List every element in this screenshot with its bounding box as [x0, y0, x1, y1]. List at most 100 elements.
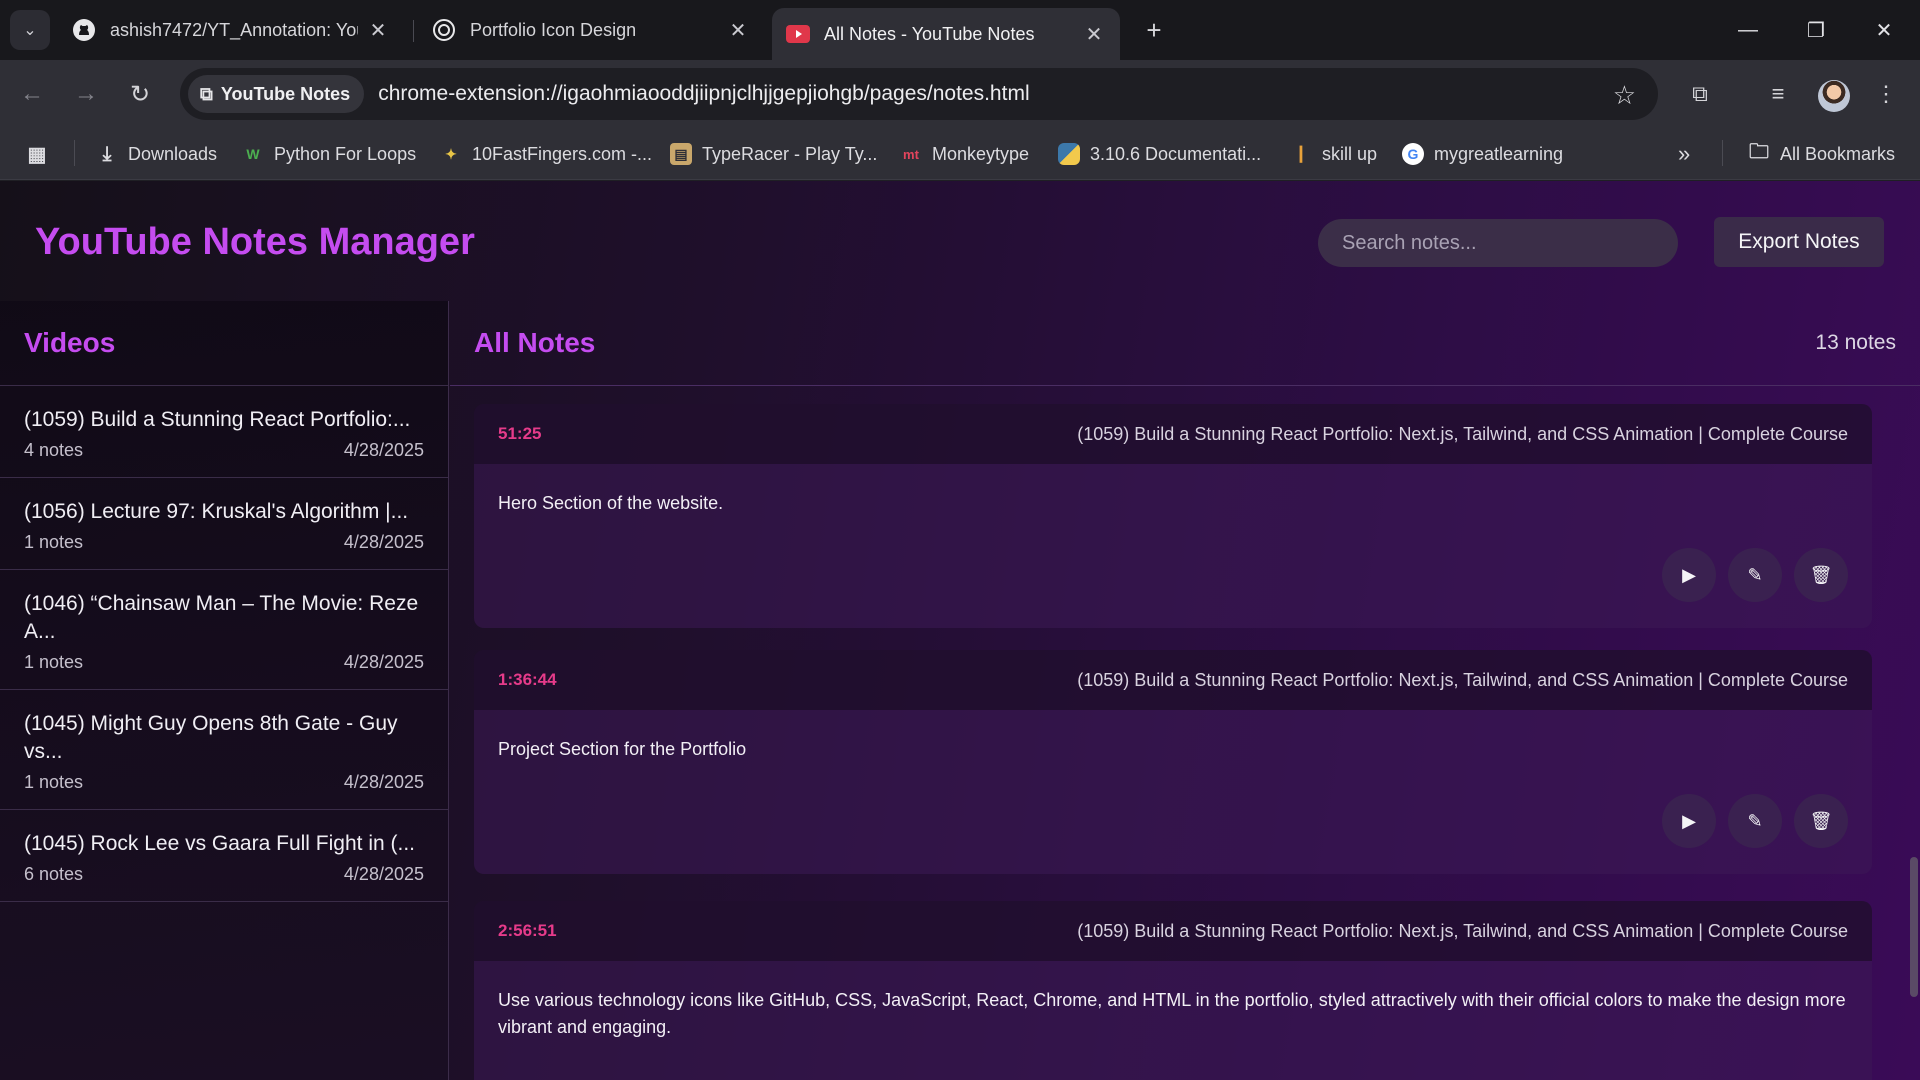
bookmark-label: Downloads [128, 143, 218, 164]
video-list-item[interactable]: (1056) Lecture 97: Kruskal's Algorithm |… [0, 478, 448, 570]
notes-heading: All Notes [474, 327, 596, 358]
tab-title: Portfolio Icon Design [470, 19, 637, 40]
close-icon[interactable]: ✕ [1082, 22, 1106, 46]
apps-grid-icon: ▦ [27, 143, 47, 166]
monkeytype-icon: mt [903, 146, 919, 162]
close-icon[interactable]: ✕ [366, 18, 390, 42]
bookmarks-overflow-button[interactable]: » [1678, 140, 1690, 168]
arrow-left-icon: ← [20, 80, 44, 107]
bookmark-skill-up[interactable]: ┃ skill up [1290, 140, 1377, 168]
app-header: YouTube Notes Manager Export Notes [0, 181, 1920, 301]
new-tab-button[interactable]: + [1138, 14, 1170, 46]
bookmark-label: 3.10.6 Documentati... [1090, 143, 1262, 164]
close-icon: ✕ [1875, 19, 1893, 42]
video-list-item[interactable]: (1045) Might Guy Opens 8th Gate - Guy vs… [0, 690, 448, 810]
playlist-icon: ≡ [1771, 81, 1785, 106]
video-date: 4/28/2025 [343, 532, 424, 552]
youtube-icon [786, 22, 810, 46]
url-text[interactable]: chrome-extension://igaohmiaooddjiipnjclh… [378, 82, 1029, 106]
google-icon: G [1402, 143, 1424, 165]
site-info-chip[interactable]: ⧉ YouTube Notes [188, 75, 365, 113]
openai-icon [432, 18, 456, 42]
bookmark-downloads[interactable]: ⤓ Downloads [96, 140, 217, 168]
apps-button[interactable]: ▦ [26, 140, 58, 168]
note-video-title: (1059) Build a Stunning React Portfolio:… [1077, 423, 1848, 444]
scrollbar-thumb[interactable] [1910, 857, 1918, 997]
play-icon: ▶ [1682, 564, 1696, 585]
tab-title: ashish7472/YT_Annotation: You [110, 19, 358, 40]
browser-toolbar: ← → ↻ ⧉ YouTube Notes chrome-extension:/… [0, 60, 1920, 128]
tab-portfolio-icon-design[interactable]: Portfolio Icon Design ✕ [418, 8, 764, 52]
bookmark-star-icon[interactable]: ☆ [1613, 80, 1636, 111]
profile-avatar[interactable] [1818, 80, 1850, 112]
minimize-button[interactable]: — [1724, 10, 1772, 50]
bookmark-python-for-loops[interactable]: W Python For Loops [242, 140, 416, 168]
github-icon [72, 18, 96, 42]
video-date: 4/28/2025 [343, 864, 424, 884]
note-header: 1:36:44 (1059) Build a Stunning React Po… [474, 650, 1872, 710]
video-list-item[interactable]: (1046) “Chainsaw Man – The Movie: Reze A… [0, 570, 448, 690]
folder-icon: 🗀 [1749, 141, 1769, 163]
note-text: Use various technology icons like GitHub… [498, 990, 1846, 1037]
restore-button[interactable]: ❐ [1792, 10, 1840, 50]
bookmark-label: skill up [1322, 143, 1378, 164]
tab-github[interactable]: ashish7472/YT_Annotation: You ✕ [58, 8, 404, 52]
video-title: (1056) Lecture 97: Kruskal's Algorithm |… [24, 500, 409, 523]
more-vert-icon: ⋮ [1875, 81, 1897, 106]
bookmark-typeracer[interactable]: ▤ TypeRacer - Play Ty... [670, 140, 877, 168]
close-icon[interactable]: ✕ [726, 18, 750, 42]
bookmark-python-docs[interactable]: 3.10.6 Documentati... [1058, 140, 1261, 168]
extensions-button[interactable]: ⧉ [1680, 74, 1720, 114]
tab-all-notes[interactable]: All Notes - YouTube Notes ✕ [772, 8, 1120, 60]
tab-title: All Notes - YouTube Notes [824, 23, 1035, 44]
tab-search-button[interactable]: ⌄ [10, 10, 50, 50]
bookmark-label: mygreatlearning [1434, 143, 1564, 164]
delete-button[interactable]: 🗑 [1794, 548, 1848, 602]
delete-button[interactable]: 🗑 [1794, 794, 1848, 848]
note-card: 2:56:51 (1059) Build a Stunning React Po… [474, 901, 1872, 1080]
video-meta: 1 notes 4/28/2025 [24, 532, 424, 553]
close-window-button[interactable]: ✕ [1860, 10, 1908, 50]
note-header: 51:25 (1059) Build a Stunning React Port… [474, 404, 1872, 464]
edit-button[interactable]: ✎ [1728, 548, 1782, 602]
note-timestamp[interactable]: 51:25 [498, 424, 541, 444]
bookmark-10fastfingers[interactable]: ✦ 10FastFingers.com -... [440, 140, 652, 168]
sidebar-heading: Videos [0, 301, 448, 386]
bookmark-label: TypeRacer - Play Ty... [702, 143, 878, 164]
reload-icon: ↻ [129, 80, 151, 108]
bookmark-label: 10FastFingers.com -... [472, 143, 653, 164]
address-bar[interactable]: ⧉ YouTube Notes chrome-extension://igaoh… [180, 68, 1658, 120]
play-button[interactable]: ▶ [1662, 794, 1716, 848]
extension-icon: ⧉ [200, 83, 213, 104]
video-meta: 6 notes 4/28/2025 [24, 864, 424, 885]
note-timestamp[interactable]: 2:56:51 [498, 921, 557, 941]
search-input[interactable] [1318, 219, 1678, 267]
double-chevron-right-icon: » [1678, 141, 1691, 166]
note-timestamp[interactable]: 1:36:44 [498, 670, 557, 690]
note-actions: ▶ ✎ 🗑 [1662, 548, 1848, 602]
back-button[interactable]: ← [12, 74, 52, 114]
video-list-item[interactable]: (1045) Rock Lee vs Gaara Full Fight in (… [0, 810, 448, 902]
menu-button[interactable]: ⋮ [1866, 74, 1906, 114]
media-controls-button[interactable]: ≡ [1758, 74, 1798, 114]
edit-button[interactable]: ✎ [1728, 794, 1782, 848]
all-bookmarks-label: All Bookmarks [1780, 143, 1896, 164]
chevron-down-icon: ⌄ [23, 22, 37, 39]
arrow-right-icon: → [74, 80, 98, 107]
forward-button[interactable]: → [66, 74, 106, 114]
reload-button[interactable]: ↻ [120, 74, 160, 114]
trash-icon: 🗑 [1809, 810, 1833, 831]
video-list-item[interactable]: (1059) Build a Stunning React Portfolio:… [0, 386, 448, 478]
note-video-title: (1059) Build a Stunning React Portfolio:… [1077, 669, 1848, 690]
video-date: 4/28/2025 [343, 440, 424, 460]
export-notes-button[interactable]: Export Notes [1714, 217, 1884, 267]
page-title: YouTube Notes Manager [35, 221, 475, 263]
bookmarks-divider [1722, 140, 1723, 166]
bookmark-monkeytype[interactable]: mt Monkeytype [900, 140, 1029, 168]
tab-divider [413, 20, 414, 42]
video-note-count: 1 notes [24, 532, 84, 552]
notes-manager-page: YouTube Notes Manager Export Notes Video… [0, 181, 1920, 1080]
all-bookmarks-button[interactable]: 🗀 All Bookmarks [1748, 140, 1895, 168]
bookmark-mygreatlearning[interactable]: G mygreatlearning [1402, 140, 1563, 168]
play-button[interactable]: ▶ [1662, 548, 1716, 602]
